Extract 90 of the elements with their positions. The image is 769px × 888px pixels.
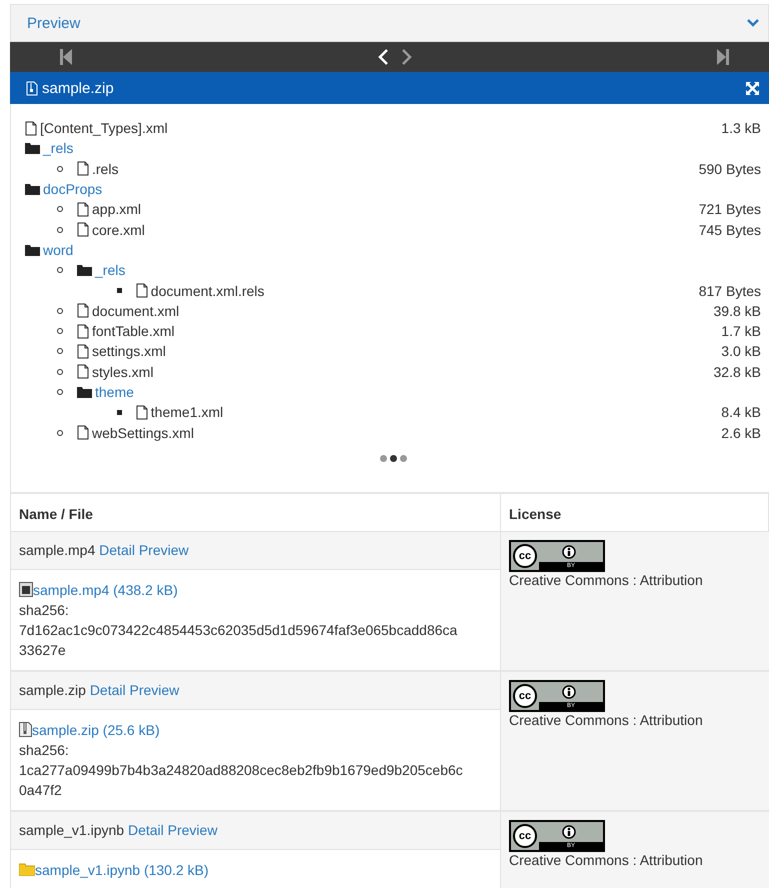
file-name: settings.xml	[92, 343, 166, 360]
carousel-dot[interactable]	[400, 454, 406, 462]
circle-bullet-icon	[57, 368, 63, 375]
file-name: [Content_Types].xml	[40, 120, 168, 136]
file-name: fontTable.xml	[92, 323, 174, 340]
folder-link[interactable]: theme	[95, 384, 134, 400]
file-download-link[interactable]: sample.mp4 (438.2 kB)	[33, 580, 178, 600]
file-icon	[77, 222, 89, 238]
circle-bullet-icon	[57, 166, 63, 172]
file-icon	[25, 120, 37, 136]
panel-header[interactable]: Preview	[10, 4, 769, 42]
detail-link[interactable]: Detail	[99, 542, 135, 558]
file-icon	[77, 364, 89, 380]
zip-file-icon	[26, 80, 38, 96]
file-download-link[interactable]: sample.zip (25.6 kB)	[32, 720, 160, 740]
hash-label: sha256:	[19, 600, 70, 620]
hash-label: sha256:	[19, 740, 70, 760]
preview-link[interactable]: Preview	[138, 542, 189, 558]
circle-bullet-icon	[57, 328, 63, 334]
file-size: 1.3 kB	[721, 120, 761, 136]
file-name: app.xml	[92, 201, 142, 218]
file-icon	[77, 161, 89, 176]
detail-link[interactable]: Detail	[90, 682, 126, 698]
license-name: Creative Commons : Attribution	[509, 852, 704, 868]
detail-link[interactable]: Detail	[128, 822, 164, 838]
file-size: 32.8 kB	[714, 364, 761, 380]
film-icon	[19, 582, 33, 598]
zip-file-icon	[19, 722, 32, 738]
file-name: sample.zip	[19, 682, 86, 698]
circle-bullet-icon	[57, 308, 63, 314]
folder-link[interactable]: word	[43, 242, 74, 258]
hash-value: 7d162ac1c9c073422c4854453c62035d5d1d59674faf3e065bcadd86ca33627e	[19, 620, 458, 660]
file-size: 2.6 kB	[721, 424, 761, 441]
folder-link[interactable]: docProps	[43, 181, 102, 198]
folder-link[interactable]: _rels	[43, 140, 74, 156]
circle-bullet-icon	[57, 430, 63, 436]
circle-bullet-icon	[57, 226, 63, 233]
file-icon	[77, 303, 89, 318]
first-page-button[interactable]	[60, 49, 72, 65]
file-icon	[77, 202, 89, 217]
file-name: document.xml	[92, 302, 180, 319]
fullscreen-button[interactable]	[746, 82, 759, 94]
file-size: 590 Bytes	[698, 160, 761, 177]
file-title: sample.zip	[42, 80, 114, 96]
license-name: Creative Commons : Attribution	[509, 572, 704, 588]
square-bullet-icon	[116, 410, 122, 415]
carousel-dot[interactable]	[390, 454, 396, 462]
license-name: Creative Commons : Attribution	[509, 712, 704, 728]
file-icon	[77, 324, 89, 339]
file-name: theme1.xml	[150, 404, 224, 420]
file-icon	[77, 425, 89, 440]
file-size: 745 Bytes	[698, 222, 761, 238]
folder-icon	[19, 863, 35, 876]
file-download-link[interactable]: sample_v1.ipynb (130.2 kB)	[35, 860, 209, 880]
folder-icon	[77, 386, 92, 398]
preview-link[interactable]: Preview	[168, 822, 218, 838]
folder-icon	[25, 142, 40, 154]
file-name: sample.mp4	[19, 542, 96, 558]
next-button[interactable]	[400, 48, 412, 66]
file-icon	[136, 283, 148, 298]
file-size: 1.7 kB	[721, 323, 761, 340]
folder-link[interactable]: _rels	[95, 262, 126, 278]
file-icon	[136, 404, 148, 420]
file-icon	[77, 344, 89, 359]
file-name: document.xml.rels	[150, 282, 264, 299]
file-size: 8.4 kB	[721, 404, 761, 420]
circle-bullet-icon	[57, 206, 63, 212]
folder-icon	[77, 264, 92, 276]
circle-bullet-icon	[57, 267, 63, 274]
file-name: webSettings.xml	[92, 424, 194, 441]
file-name: sample_v1.ipynb	[19, 822, 124, 838]
file-size: 39.8 kB	[714, 302, 761, 319]
folder-icon	[25, 244, 40, 256]
panel-title: Preview	[27, 14, 80, 32]
chevron-down-icon[interactable]	[746, 18, 760, 28]
hash-value: 1ca277a09499b7b4b3a24820ad88208cec8eb2fb9b1679ed9b205ceb6c0a47f2	[19, 760, 464, 800]
file-size: 721 Bytes	[698, 201, 761, 218]
carousel-dot[interactable]	[380, 454, 386, 462]
circle-bullet-icon	[57, 389, 63, 395]
file-size: 817 Bytes	[698, 282, 761, 299]
circle-bullet-icon	[57, 348, 63, 354]
previous-button[interactable]	[376, 48, 388, 66]
square-bullet-icon	[116, 288, 122, 294]
file-name: core.xml	[92, 222, 145, 238]
file-name: .rels	[92, 160, 118, 177]
file-size: 3.0 kB	[721, 343, 761, 360]
folder-icon	[25, 183, 40, 196]
last-page-button[interactable]	[717, 49, 729, 65]
file-name: styles.xml	[92, 364, 154, 380]
preview-link[interactable]: Preview	[130, 682, 180, 698]
